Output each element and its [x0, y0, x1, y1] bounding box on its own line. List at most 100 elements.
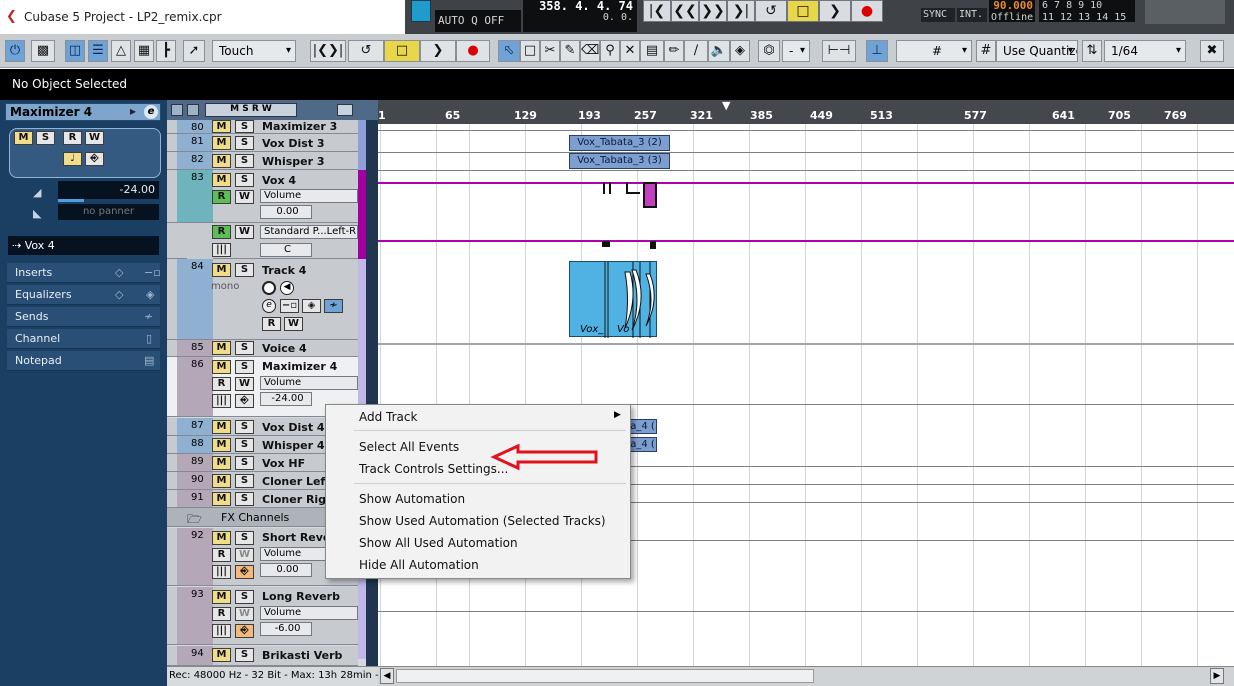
solo-button[interactable]: S	[235, 648, 254, 662]
menu-item-track-controls-settings[interactable]: Track Controls Settings...	[359, 462, 508, 476]
track-row-85[interactable]: 85 M S Voice 4	[167, 340, 358, 357]
toolbar-options-icon[interactable]: ✖	[1200, 40, 1224, 62]
range-selection-tool-icon[interactable]: □	[520, 40, 540, 62]
audio-event[interactable]: Vox_Tabata_3 (2)	[569, 135, 670, 151]
read-automation-button[interactable]: R	[212, 225, 231, 239]
position-display[interactable]: 358. 4. 4. 74 0. 0.	[523, 0, 637, 32]
track-row-93[interactable]: 93 M S R W ||| ⎆ Long Reverb Volume -6.0…	[167, 587, 358, 645]
record-enable-icon[interactable]	[262, 281, 276, 295]
edit-channel-icon[interactable]: e	[262, 299, 276, 313]
quantize-presets-icon[interactable]: ⇅	[1082, 40, 1102, 62]
track-name[interactable]: Track 4	[262, 264, 306, 277]
menu-item-select-all-events[interactable]: Select All Events	[359, 440, 459, 454]
sync-button[interactable]: SYNC	[921, 8, 955, 22]
grid-type-select[interactable]: #	[896, 40, 972, 62]
inspector-volume-bar[interactable]	[58, 199, 84, 202]
solo-button[interactable]: S	[235, 474, 254, 488]
marker-row-bottom[interactable]: 11 12 13 14 15	[1042, 12, 1132, 24]
audio-event-waveform[interactable]: Vox_ Vo	[569, 261, 657, 338]
track-name[interactable]: Vox HF	[262, 457, 305, 470]
automation-parameter-field[interactable]: Volume	[260, 189, 358, 203]
inspector-solo-button[interactable]: S	[36, 131, 55, 145]
glue-tool-icon[interactable]: ✎	[560, 40, 580, 62]
inspector-section-channel[interactable]: Channel ▯	[7, 329, 160, 349]
prev-next-marker-button[interactable]: |❮❯|	[310, 40, 346, 62]
zoom-tool-icon[interactable]: ⚲	[600, 40, 620, 62]
inspector-panner-field[interactable]: no panner	[58, 204, 159, 220]
volume-automation-line[interactable]	[378, 182, 1234, 184]
inspector-output-field[interactable]: ⇢ Vox 4	[8, 236, 159, 255]
go-to-end-button[interactable]: ❯|	[727, 0, 755, 22]
solo-button[interactable]: S	[235, 154, 254, 168]
solo-button[interactable]: S	[235, 492, 254, 506]
solo-button[interactable]: S	[235, 531, 254, 545]
solo-button[interactable]: S	[235, 136, 254, 150]
mute-tool-icon[interactable]: ✕	[620, 40, 640, 62]
track-row-80[interactable]: 80 M S Maximizer 3	[167, 120, 358, 134]
marker-buttons[interactable]: 6 7 8 9 10 11 12 13 14 15	[1039, 0, 1135, 24]
object-selection-tool-icon[interactable]: ⬁	[498, 40, 520, 62]
write-automation-button[interactable]: W	[235, 377, 254, 391]
lock-icon[interactable]: ⎆	[235, 394, 254, 408]
global-mute-solo-icons[interactable]: M S R W	[205, 103, 297, 117]
track-row-81[interactable]: 81 M S Vox Dist 3	[167, 134, 358, 152]
insert-bypass-icon[interactable]: −▫	[280, 299, 299, 313]
inspector-section-inserts[interactable]: Inserts ◇ −▫	[7, 263, 161, 283]
write-automation-button[interactable]: W	[235, 190, 254, 204]
mute-button[interactable]: M	[212, 173, 231, 187]
audio-event[interactable]: Vox_Tabata_3 (3)	[569, 153, 670, 169]
track-name[interactable]: Cloner Left	[262, 475, 330, 488]
auto-scroll-icon[interactable]: ⏣	[758, 40, 780, 62]
scroll-left-icon[interactable]: ◀	[380, 668, 394, 684]
marker-row-top[interactable]: 6 7 8 9 10	[1042, 0, 1132, 12]
cycle-button[interactable]: ↺	[755, 0, 787, 22]
track-name[interactable]: Voice 4	[262, 342, 307, 355]
mute-button[interactable]: M	[212, 136, 231, 150]
lock-icon[interactable]: ⎆	[235, 565, 254, 579]
read-automation-button[interactable]: R	[212, 607, 231, 621]
solo-button[interactable]: S	[235, 341, 254, 355]
play-button[interactable]: ❯	[819, 0, 851, 22]
inspector-mute-button[interactable]: M	[14, 131, 33, 145]
scroll-thumb[interactable]	[396, 669, 814, 683]
mute-button[interactable]: M	[212, 154, 231, 168]
menu-item-add-track[interactable]: Add Track	[359, 410, 417, 424]
track-list-divider[interactable]	[366, 120, 378, 666]
mute-button[interactable]: M	[212, 456, 231, 470]
quantize-value-select[interactable]: 1/64	[1104, 40, 1186, 62]
automation-parameter-field[interactable]: Standard P...Left-R	[260, 225, 358, 239]
record-button[interactable]: ●	[851, 0, 883, 22]
show-pool-button[interactable]: ▦	[134, 40, 154, 62]
automation-mute-button[interactable]: |||	[212, 243, 231, 257]
snap-to-zero-icon[interactable]: ⊢⊣	[822, 40, 856, 62]
toolbar-play-button[interactable]: ❯	[420, 40, 456, 62]
mute-button[interactable]: M	[212, 492, 231, 506]
snap-type-select[interactable]: -	[782, 40, 810, 62]
mute-button[interactable]: M	[212, 360, 231, 374]
quantize-grid-icon[interactable]: #	[976, 40, 996, 62]
playhead-marker-icon[interactable]: ▼	[722, 99, 730, 112]
inspector-section-equalizers[interactable]: Equalizers ◇ ◈	[7, 285, 160, 305]
automation-value-field[interactable]: 0.00	[260, 563, 312, 577]
edit-channel-icon[interactable]: e	[144, 105, 158, 119]
solo-button[interactable]: S	[235, 173, 254, 187]
mute-button[interactable]: M	[212, 648, 231, 662]
inspector-volume-field[interactable]: -24.00	[58, 181, 159, 199]
menu-item-show-all-used-automation[interactable]: Show All Used Automation	[359, 536, 518, 550]
timeline-ruler[interactable]: 1 65 129 193 257 321 385 449 513 577 641…	[378, 99, 1234, 124]
bypass-icon[interactable]: ◇	[115, 263, 123, 283]
pan-automation-line[interactable]	[378, 240, 1234, 242]
stop-button[interactable]: □	[787, 0, 819, 22]
eq-bypass-icon[interactable]: ◈	[302, 299, 321, 313]
auto-q-display[interactable]: AUTO Q OFF	[435, 10, 521, 32]
solo-button[interactable]: S	[235, 120, 254, 133]
track-name[interactable]: Whisper 4	[262, 439, 325, 452]
inspector-read-button[interactable]: R	[63, 131, 82, 145]
activate-project-button[interactable]: ⏻	[5, 40, 25, 62]
write-automation-button[interactable]: W	[235, 548, 254, 562]
write-automation-button[interactable]: W	[235, 607, 254, 621]
draw-tool-icon[interactable]: ✏	[664, 40, 684, 62]
automation-point[interactable]	[602, 241, 610, 247]
inspector-section-sends[interactable]: Sends ≁	[7, 307, 160, 327]
track-name[interactable]: Brikasti Verb	[262, 649, 342, 662]
